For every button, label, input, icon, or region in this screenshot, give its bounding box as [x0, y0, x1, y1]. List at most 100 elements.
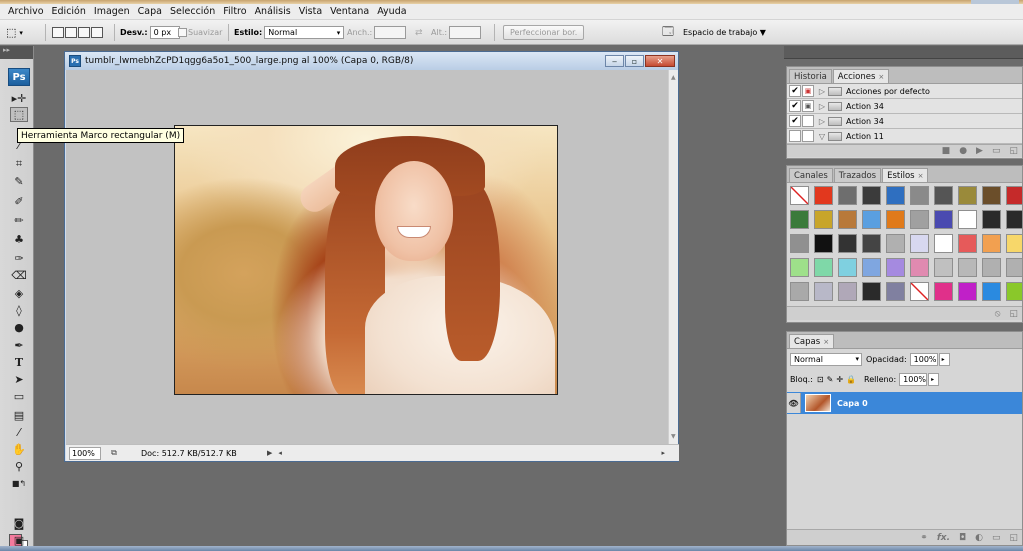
style-swatch[interactable] [886, 234, 905, 253]
style-swatch[interactable] [790, 234, 809, 253]
new-selection-icon[interactable] [52, 27, 64, 38]
tab-historia[interactable]: Historia [789, 69, 832, 83]
style-swatch[interactable] [1006, 186, 1022, 205]
tool-preset-picker[interactable]: ⬚ ▾ [6, 25, 23, 40]
document-image[interactable] [174, 125, 558, 395]
menu-vista[interactable]: Vista [295, 6, 326, 17]
action-set-row[interactable]: ✔ ▷ Action 34 [787, 114, 1022, 129]
height-input[interactable] [449, 26, 482, 39]
tab-canales[interactable]: Canales [789, 168, 833, 182]
menu-edicion[interactable]: Edición [48, 6, 90, 17]
style-swatch[interactable] [982, 186, 1001, 205]
shape-icon[interactable]: ▭ [10, 389, 28, 404]
crop-icon[interactable]: ⌗ [10, 156, 28, 171]
style-swatch[interactable] [862, 234, 881, 253]
lock-all-icon[interactable]: 🔒 [846, 375, 856, 384]
style-swatch[interactable] [934, 234, 953, 253]
document-titlebar[interactable]: Ps tumblr_lwmebhZcPD1qgg6a5o1_500_large.… [65, 52, 678, 70]
style-swatch[interactable] [862, 258, 881, 277]
default-colors-icon[interactable]: ■↰ [10, 476, 28, 491]
style-swatch[interactable] [814, 186, 833, 205]
style-swatch[interactable] [838, 210, 857, 229]
style-swatch[interactable] [910, 234, 929, 253]
tab-capas[interactable]: Capas × [789, 334, 835, 348]
workspace-switcher[interactable]: Espacio de trabajo ▼ [683, 25, 766, 40]
menu-capa[interactable]: Capa [134, 6, 166, 17]
action-set-row[interactable]: ✔ ▣ ▷ Acciones por defecto [787, 84, 1022, 99]
antialias-checkbox[interactable] [178, 28, 187, 37]
panel-grip[interactable]: ▸▸ [0, 46, 33, 59]
clear-style-icon[interactable]: ⦸ [995, 309, 1001, 319]
style-swatch[interactable] [790, 210, 809, 229]
style-swatch[interactable] [814, 234, 833, 253]
layer-row[interactable]: 👁 Capa 0 [787, 392, 1022, 414]
toggle-checkbox[interactable]: ✔ [789, 100, 801, 112]
style-swatch[interactable] [910, 186, 929, 205]
toggle-checkbox[interactable]: ✔ [789, 115, 801, 127]
zoom-icon[interactable]: ⚲ [10, 459, 28, 474]
style-swatch[interactable] [1006, 234, 1022, 253]
scroll-right-icon[interactable]: ▸ [661, 449, 665, 457]
fx-icon[interactable]: fx. [937, 533, 950, 543]
style-swatch[interactable] [958, 210, 977, 229]
lock-pixels-icon[interactable]: ✎ [827, 375, 834, 384]
style-swatch[interactable] [958, 186, 977, 205]
tab-acciones[interactable]: Acciones × [832, 69, 890, 83]
style-swatch[interactable] [934, 210, 953, 229]
stop-icon[interactable]: ■ [942, 146, 951, 156]
refine-edge-button[interactable]: Perfeccionar bor. [503, 25, 585, 40]
scroll-left-icon[interactable]: ◂ [278, 449, 282, 457]
style-swatch[interactable] [886, 282, 905, 301]
style-swatch[interactable] [982, 210, 1001, 229]
feather-input[interactable]: 0 px [149, 26, 180, 39]
style-swatch[interactable] [886, 210, 905, 229]
blur-icon[interactable]: ◊ [10, 303, 28, 318]
width-input[interactable] [374, 26, 407, 39]
fill-slider-button[interactable]: ▸ [928, 372, 940, 386]
style-swatch[interactable] [886, 258, 905, 277]
hand-icon[interactable]: ✋ [10, 442, 28, 457]
rect-marquee-icon[interactable]: ⬚ [10, 107, 28, 122]
menu-archivo[interactable]: Archivo [4, 6, 48, 17]
close-button[interactable]: ✕ [645, 55, 675, 67]
zoom-field[interactable]: 100% [69, 446, 101, 460]
style-swatch[interactable] [814, 282, 833, 301]
style-swatch[interactable] [982, 282, 1001, 301]
status-menu-icon[interactable]: ▶ [267, 449, 272, 457]
swap-icon[interactable]: ⇄ [415, 25, 423, 40]
toggle-checkbox[interactable]: ✔ [789, 85, 801, 97]
style-swatch[interactable] [982, 234, 1001, 253]
style-swatch[interactable] [862, 282, 881, 301]
group-icon[interactable]: ▭ [992, 533, 1001, 543]
close-icon[interactable]: × [878, 73, 884, 81]
style-swatch[interactable] [790, 282, 809, 301]
dialog-toggle-icon[interactable] [802, 130, 814, 142]
action-set-row[interactable]: ▽ Action 11 [787, 129, 1022, 144]
healing-brush-icon[interactable]: ✐ [10, 194, 28, 209]
layer-name[interactable]: Capa 0 [837, 399, 868, 408]
style-swatch[interactable] [934, 258, 953, 277]
eyedropper-icon[interactable]: ✎ [10, 174, 28, 189]
scroll-down-icon[interactable]: ▼ [671, 433, 676, 440]
expand-icon[interactable]: ▷ [816, 102, 828, 111]
expand-icon[interactable]: ▷ [816, 87, 828, 96]
maximize-button[interactable]: ▫ [625, 55, 644, 67]
expand-icon[interactable]: ▷ [816, 117, 828, 126]
panel-dock-grip[interactable] [784, 46, 1023, 59]
workspace-icon[interactable]: 🗔 [662, 25, 674, 40]
menu-ayuda[interactable]: Ayuda [373, 6, 410, 17]
minimize-button[interactable]: ‒ [605, 55, 624, 67]
new-layer-icon[interactable]: ◱ [1009, 533, 1018, 543]
style-swatch[interactable] [910, 282, 929, 301]
style-swatch[interactable] [1006, 282, 1022, 301]
subtract-selection-icon[interactable] [78, 27, 90, 38]
new-action-icon[interactable]: ◱ [1009, 146, 1018, 156]
opacity-input[interactable]: 100% [909, 352, 938, 366]
style-swatch[interactable] [790, 186, 809, 205]
style-swatch[interactable] [958, 258, 977, 277]
style-swatch[interactable] [910, 210, 929, 229]
collapse-icon[interactable]: ▽ [816, 132, 828, 141]
adjustment-layer-icon[interactable]: ◐ [975, 533, 983, 543]
visibility-eye-icon[interactable]: 👁 [787, 393, 801, 413]
eyedropper2-icon[interactable]: ⁄ [10, 425, 28, 440]
